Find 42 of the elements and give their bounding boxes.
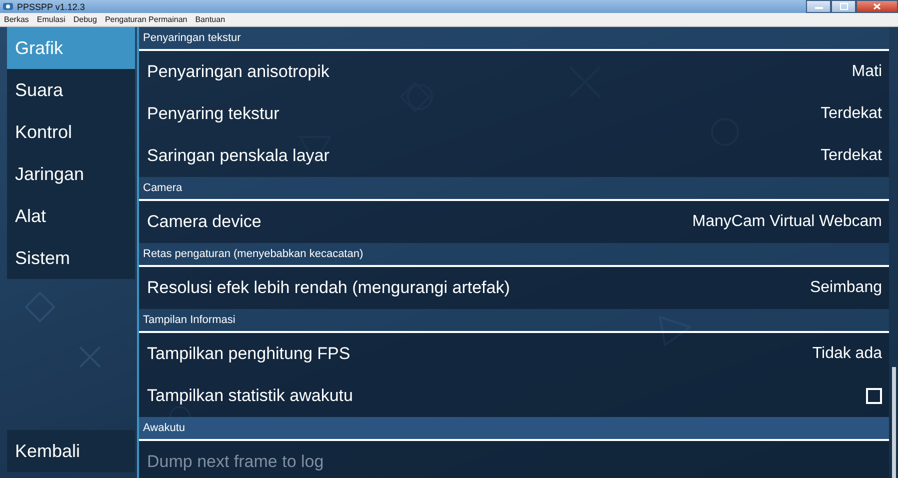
back-button[interactable]: Kembali: [7, 430, 135, 472]
setting-label: Saringan penskala layar: [147, 146, 330, 166]
section-header: Retas pengaturan (menyebabkan kecacatan): [139, 243, 889, 267]
minimize-icon: [814, 4, 822, 8]
section-header: Awakutu: [139, 417, 889, 441]
menu-item[interactable]: Emulasi: [36, 15, 66, 24]
menu-item[interactable]: Berkas: [4, 15, 29, 24]
window-title: PPSSPP v1.12.3: [17, 2, 86, 12]
close-icon: [873, 3, 881, 10]
scrollbar-thumb[interactable]: [892, 367, 896, 478]
setting-value: Terdekat: [820, 147, 882, 165]
setting-label: Dump next frame to log: [147, 452, 324, 472]
setting-label: Penyaring tekstur: [147, 104, 280, 124]
setting-row[interactable]: Tampilkan penghitung FPS Tidak ada: [139, 333, 889, 375]
setting-label: Tampilkan statistik awakutu: [147, 386, 353, 406]
section-header: Tampilan Informasi: [139, 309, 889, 333]
setting-row[interactable]: Saringan penskala layar Terdekat: [139, 135, 889, 177]
minimize-button[interactable]: [806, 0, 831, 13]
menu-item[interactable]: Debug: [73, 15, 97, 24]
checkbox[interactable]: [866, 388, 882, 404]
setting-row[interactable]: Penyaring tekstur Terdekat: [139, 93, 889, 135]
setting-value: Tidak ada: [812, 345, 882, 363]
menu-item[interactable]: Bantuan: [195, 15, 226, 24]
setting-row[interactable]: Camera device ManyCam Virtual Webcam: [139, 201, 889, 243]
section-header: Camera: [139, 177, 889, 201]
setting-label: Tampilkan penghitung FPS: [147, 344, 350, 364]
maximize-icon: [840, 3, 848, 10]
close-button[interactable]: [856, 0, 898, 13]
setting-value: Mati: [852, 63, 882, 81]
setting-value: ManyCam Virtual Webcam: [692, 213, 882, 231]
menu-item[interactable]: Pengaturan Permainan: [104, 15, 188, 24]
setting-row[interactable]: Tampilkan statistik awakutu: [139, 375, 889, 417]
setting-row[interactable]: Resolusi efek lebih rendah (mengurangi artefak) Seimbang: [139, 267, 889, 309]
setting-label: Penyaringan anisotropik: [147, 62, 330, 82]
section-header: Penyaringan tekstur: [139, 27, 889, 51]
setting-label: Camera device: [147, 212, 262, 232]
setting-value: Terdekat: [820, 105, 882, 123]
setting-label: Resolusi efek lebih rendah (mengurangi artefak): [147, 278, 510, 298]
setting-row[interactable]: Penyaringan anisotropik Mati: [139, 51, 889, 93]
app-icon: [3, 2, 13, 11]
setting-value: Seimbang: [810, 279, 882, 297]
maximize-button[interactable]: [831, 0, 856, 13]
